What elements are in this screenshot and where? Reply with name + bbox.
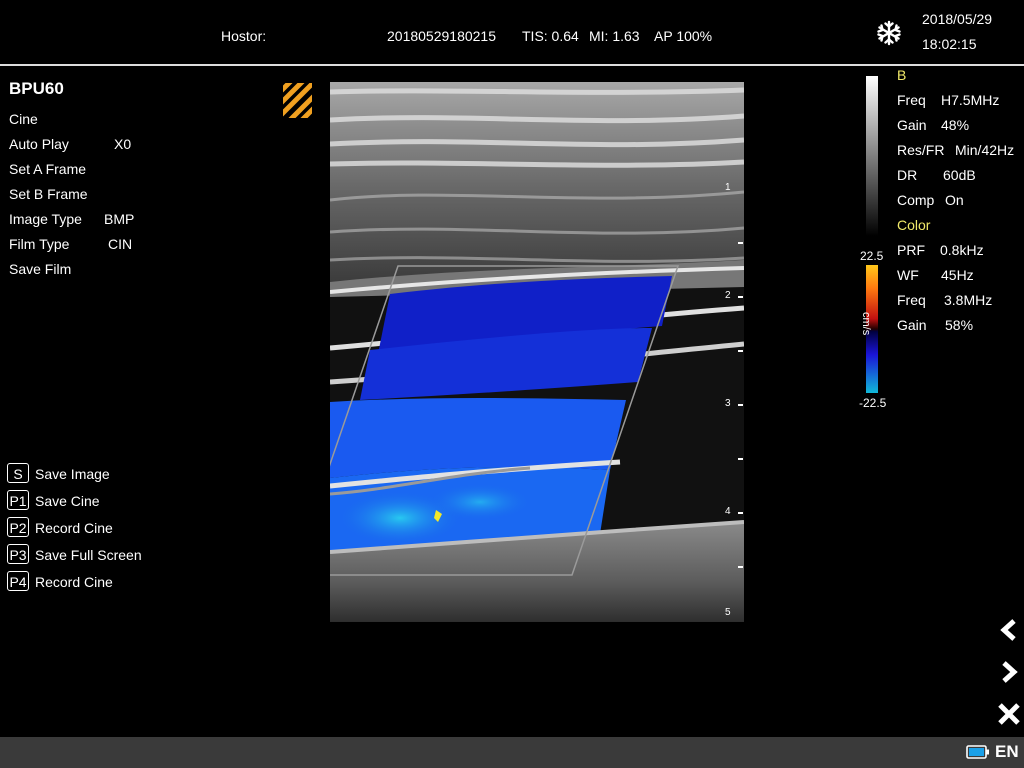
color-prf-value: 0.8kHz xyxy=(940,242,984,258)
shortcut-key-p4[interactable]: P4 xyxy=(7,571,29,591)
menu-item-image-type[interactable]: Image Type xyxy=(9,211,82,227)
menu-item-auto-play[interactable]: Auto Play xyxy=(9,136,69,152)
color-scale-max: 22.5 xyxy=(860,249,884,263)
shortcut-label-save-cine[interactable]: Save Cine xyxy=(35,493,100,509)
b-gain-value: 48% xyxy=(941,117,970,133)
shortcut-label-record-cine[interactable]: Record Cine xyxy=(35,520,113,536)
header-bar: Hostor: 20180529180215 TIS: 0.64 MI: 1.6… xyxy=(0,0,1024,64)
shortcut-key-p3[interactable]: P3 xyxy=(7,544,29,564)
image-type-value[interactable]: BMP xyxy=(104,211,134,227)
mi-value: MI: 1.63 xyxy=(589,28,640,44)
color-freq-value: 3.8MHz xyxy=(944,292,993,308)
chevron-left-icon[interactable] xyxy=(994,615,1024,645)
b-comp-value: On xyxy=(945,192,964,208)
depth-mark-2: 2 xyxy=(725,290,731,301)
depth-mark-3: 3 xyxy=(725,398,731,409)
color-mode-title: Color xyxy=(897,217,931,233)
shortcut-label-record-cine-2[interactable]: Record Cine xyxy=(35,574,113,590)
tis-value: TIS: 0.64 xyxy=(522,28,579,44)
auto-play-value[interactable]: X0 xyxy=(114,136,131,152)
header-divider xyxy=(0,64,1024,66)
shortcut-label-save-full-screen[interactable]: Save Full Screen xyxy=(35,547,142,563)
probe-orientation-marker xyxy=(283,83,312,118)
b-freq-value: H7.5MHz xyxy=(941,92,1000,108)
ultrasound-image[interactable] xyxy=(290,82,745,622)
shortcut-key-p2[interactable]: P2 xyxy=(7,517,29,537)
color-scale-min: -22.5 xyxy=(859,396,887,410)
shortcut-label-save-image[interactable]: Save Image xyxy=(35,466,110,482)
chevron-right-icon[interactable] xyxy=(994,657,1024,687)
menu-item-set-b-frame[interactable]: Set B Frame xyxy=(9,186,88,202)
language-indicator[interactable]: EN xyxy=(995,742,1019,762)
b-freq-label: Freq xyxy=(897,92,926,108)
color-wf-label: WF xyxy=(897,267,919,283)
battery-icon xyxy=(966,745,990,759)
b-gain-label: Gain xyxy=(897,117,927,133)
menu-title: BPU60 xyxy=(9,79,64,98)
color-wf-value: 45Hz xyxy=(941,267,974,283)
depth-mark-5: 5 xyxy=(725,607,731,618)
color-prf-label: PRF xyxy=(897,242,925,258)
depth-mark-4: 4 xyxy=(725,506,731,517)
b-dr-value: 60dB xyxy=(943,167,976,183)
date-text: 2018/05/29 xyxy=(922,11,993,27)
film-type-value[interactable]: CIN xyxy=(108,236,132,252)
shortcut-key-s[interactable]: S xyxy=(7,463,29,483)
ap-value: AP 100% xyxy=(654,28,713,44)
b-res-value: Min/42Hz xyxy=(955,142,1015,158)
b-res-label: Res/FR xyxy=(897,142,945,158)
depth-mark-1: 1 xyxy=(725,182,731,193)
status-bar: EN xyxy=(0,737,1024,768)
exam-id: 20180529180215 xyxy=(387,28,497,44)
menu-item-cine[interactable]: Cine xyxy=(9,111,38,127)
close-icon[interactable] xyxy=(994,699,1024,729)
menu-item-film-type[interactable]: Film Type xyxy=(9,236,69,252)
grayscale-bar xyxy=(866,76,878,236)
color-gain-label: Gain xyxy=(897,317,927,333)
b-mode-title: B xyxy=(897,67,907,83)
shortcut-key-p1[interactable]: P1 xyxy=(7,490,29,510)
color-freq-label: Freq xyxy=(897,292,926,308)
b-dr-label: DR xyxy=(897,167,918,183)
hospital-label: Hostor: xyxy=(221,28,267,44)
time-text: 18:02:15 xyxy=(922,36,977,52)
color-gain-value: 58% xyxy=(945,317,974,333)
snowflake-icon[interactable] xyxy=(876,20,902,46)
b-comp-label: Comp xyxy=(897,192,935,208)
menu-item-save-film[interactable]: Save Film xyxy=(9,261,71,277)
menu-item-set-a-frame[interactable]: Set A Frame xyxy=(9,161,86,177)
color-scale-unit: cm/s xyxy=(860,312,872,336)
